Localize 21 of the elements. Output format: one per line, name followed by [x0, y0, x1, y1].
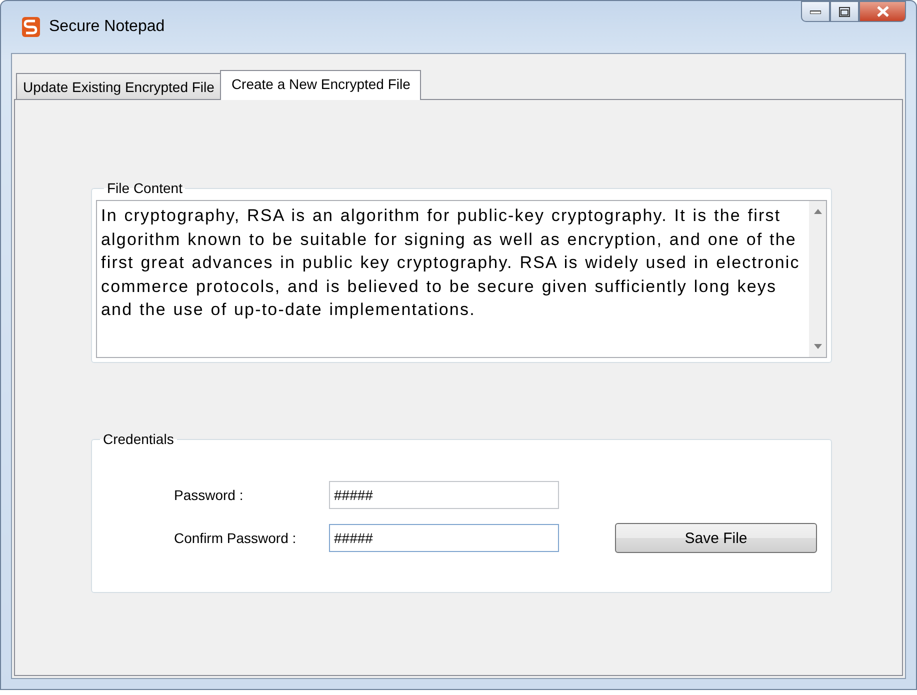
group-label: Credentials	[102, 431, 175, 447]
app-logo-icon	[21, 16, 41, 38]
group-label: File Content	[106, 180, 184, 196]
scroll-up-icon[interactable]	[814, 209, 822, 214]
close-button[interactable]	[859, 1, 906, 22]
tab[interactable]: Update Existing Encrypted File	[16, 73, 222, 99]
minimize-button[interactable]	[801, 1, 830, 22]
scroll-down-icon[interactable]	[814, 344, 822, 349]
tab[interactable]: Create a New Encrypted File	[220, 70, 422, 100]
window-title: Secure Notepad	[49, 18, 165, 36]
maximize-icon	[839, 6, 850, 16]
field-label: Confirm Password :	[174, 530, 298, 546]
close-icon	[876, 6, 888, 17]
text-area[interactable]: In cryptography, RSA is an algorithm for public-key cryptography. It is the first algorithm known to be suitable for signing as well as encryption, and one of the first great advances in public key cryptography. RSA is widely used in electronic commerce protocols, and is believed to be secure given sufficiently long keys and the use of up-to-date implementations.	[96, 200, 827, 358]
scrollbar[interactable]	[809, 201, 826, 357]
minimize-icon	[810, 10, 821, 14]
password-field[interactable]: #####	[329, 481, 559, 509]
maximize-button[interactable]	[830, 1, 859, 22]
field-label: Password :	[174, 487, 244, 503]
password-field[interactable]: #####	[329, 524, 559, 552]
save-file-button[interactable]: Save File	[615, 523, 817, 553]
